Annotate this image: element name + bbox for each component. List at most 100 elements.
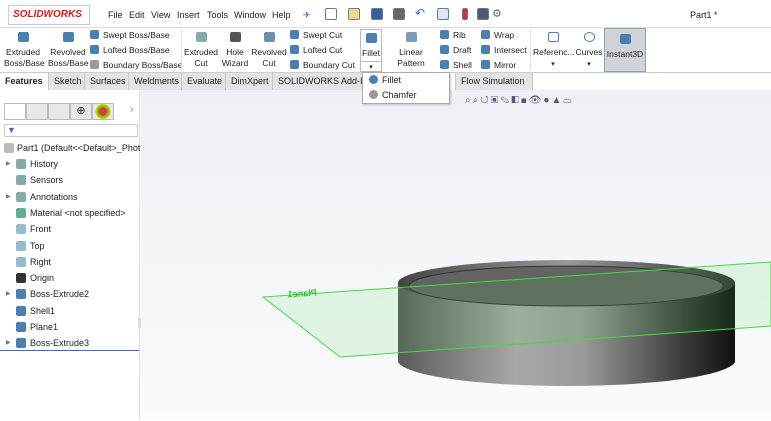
divider bbox=[530, 30, 531, 70]
curves-button[interactable]: Curves ▾ bbox=[574, 32, 604, 70]
hide-show-icon[interactable]: 👁 bbox=[529, 95, 544, 106]
tree-item-label: Right bbox=[30, 256, 52, 267]
dynamic-annotation-icon[interactable]: ✎ bbox=[500, 95, 511, 106]
file-properties-icon[interactable] bbox=[477, 8, 489, 20]
menu-tools[interactable]: Tools bbox=[207, 10, 228, 20]
plane-icon bbox=[16, 224, 26, 235]
menu-view[interactable]: View bbox=[151, 10, 170, 20]
menu-window[interactable]: Window bbox=[234, 10, 266, 20]
zoom-to-fit-icon[interactable]: ⌕ bbox=[465, 95, 473, 106]
command-manager: Extruded Boss/Base Revolved Boss/Base Sw… bbox=[0, 28, 771, 79]
plane-feature-icon bbox=[16, 322, 26, 332]
expand-arrow-icon[interactable]: ▶ bbox=[6, 156, 11, 172]
menu-item-chamfer[interactable]: Chamfer bbox=[363, 88, 449, 103]
solidworks-logo[interactable]: SOLIDWORKS bbox=[8, 5, 90, 25]
previous-view-icon[interactable]: ↺ bbox=[480, 95, 490, 106]
tab-solidworks-addins[interactable]: SOLIDWORKS Add-In bbox=[273, 73, 363, 90]
options-gear-icon[interactable]: ⚙ bbox=[492, 7, 502, 20]
new-document-icon[interactable] bbox=[325, 8, 337, 20]
heads-up-view-toolbar: ⌕⌕↺▣✎◧◼👁●▲▭ bbox=[465, 95, 573, 106]
menu-item-fillet[interactable]: Fillet bbox=[363, 73, 449, 88]
extruded-cut-button[interactable]: Extruded Cut bbox=[184, 32, 218, 69]
feature-manager-tab[interactable] bbox=[4, 103, 26, 120]
plane-icon bbox=[16, 256, 26, 267]
configuration-manager-tab[interactable] bbox=[48, 103, 70, 120]
tab-dimxpert[interactable]: DimXpert bbox=[226, 73, 273, 90]
hole-wizard-icon bbox=[229, 32, 241, 42]
tab-features[interactable]: Features bbox=[0, 73, 49, 90]
extrude-icon bbox=[16, 289, 26, 300]
hole-wizard-button[interactable]: Hole Wizard bbox=[220, 32, 250, 69]
plane-icon bbox=[16, 240, 26, 251]
tab-evaluate[interactable]: Evaluate bbox=[182, 73, 226, 90]
tab-flow-simulation[interactable]: Flow Simulation bbox=[455, 73, 533, 90]
tab-sketch[interactable]: Sketch bbox=[49, 73, 85, 90]
select-icon[interactable] bbox=[437, 8, 449, 20]
menu-insert[interactable]: Insert bbox=[177, 10, 200, 20]
revolved-boss-icon bbox=[62, 32, 74, 42]
expand-arrow-icon[interactable]: ▶ bbox=[6, 286, 11, 302]
annotations-folder-icon bbox=[16, 191, 26, 202]
instant3d-icon bbox=[619, 34, 631, 44]
tree-item-label: Top bbox=[30, 240, 45, 251]
lofted-boss-icon bbox=[90, 45, 99, 54]
undo-icon[interactable]: ↶ bbox=[415, 6, 425, 20]
lofted-cut-button[interactable]: Lofted Cut bbox=[290, 45, 342, 56]
plane1-label: Plane1 bbox=[287, 287, 317, 299]
chevron-right-icon[interactable]: › bbox=[130, 104, 133, 115]
shell-icon bbox=[440, 60, 449, 69]
view-settings-icon[interactable]: ▭ bbox=[563, 95, 573, 106]
boundary-cut-button[interactable]: Boundary Cut bbox=[290, 60, 355, 71]
save-icon[interactable] bbox=[371, 8, 383, 20]
instant3d-button[interactable]: Instant3D bbox=[604, 28, 646, 72]
swept-cut-button[interactable]: Swept Cut bbox=[290, 30, 342, 41]
display-manager-tab[interactable] bbox=[92, 103, 114, 120]
section-view-icon[interactable]: ▣ bbox=[491, 95, 501, 106]
apply-scene-icon[interactable]: ▲ bbox=[551, 95, 563, 106]
menu-edit[interactable]: Edit bbox=[129, 10, 145, 20]
open-icon[interactable] bbox=[348, 8, 360, 20]
lofted-boss-button[interactable]: Lofted Boss/Base bbox=[90, 45, 170, 56]
tab-surfaces[interactable]: Surfaces bbox=[85, 73, 129, 90]
shell-button[interactable]: Shell bbox=[440, 60, 472, 71]
menu-file[interactable]: File bbox=[108, 10, 123, 20]
linear-pattern-icon bbox=[405, 32, 417, 42]
tree-item-label: Shell1 bbox=[30, 305, 56, 316]
print-icon[interactable] bbox=[393, 8, 405, 20]
pin-icon[interactable]: ✈ bbox=[303, 10, 311, 21]
display-style-icon[interactable]: ◼ bbox=[521, 95, 529, 106]
lofted-cut-icon bbox=[290, 45, 299, 54]
wrap-button[interactable]: Wrap bbox=[481, 30, 514, 41]
part-icon bbox=[4, 143, 14, 153]
rebuild-icon[interactable] bbox=[462, 8, 468, 20]
rib-button[interactable]: Rib bbox=[440, 30, 466, 41]
rib-icon bbox=[440, 30, 449, 39]
revolved-boss-button[interactable]: Revolved Boss/Base bbox=[48, 32, 89, 69]
graphics-area[interactable]: Plane1 bbox=[141, 90, 771, 419]
swept-cut-icon bbox=[290, 30, 299, 39]
tree-item-boss-extrude3[interactable]: ▶ Boss-Extrude3 bbox=[0, 335, 139, 352]
tab-weldments[interactable]: Weldments bbox=[129, 73, 182, 90]
extruded-cut-icon bbox=[195, 32, 207, 42]
tree-item-label: Boss-Extrude3 bbox=[30, 338, 90, 349]
expand-arrow-icon[interactable]: ▶ bbox=[6, 335, 11, 351]
property-manager-tab[interactable] bbox=[26, 103, 48, 120]
model-view: Plane1 bbox=[261, 260, 771, 387]
menu-help[interactable]: Help bbox=[272, 10, 291, 20]
extrude-icon bbox=[16, 338, 26, 349]
dimxpert-manager-tab[interactable]: ⊕ bbox=[70, 103, 92, 120]
mirror-button[interactable]: Mirror bbox=[481, 60, 516, 71]
extruded-boss-button[interactable]: Extruded Boss/Base bbox=[4, 32, 45, 69]
expand-arrow-icon[interactable]: ▶ bbox=[6, 189, 11, 205]
swept-boss-icon bbox=[90, 30, 99, 39]
draft-button[interactable]: Draft bbox=[440, 45, 471, 56]
fillet-button[interactable]: Fillet ▾ bbox=[360, 29, 382, 72]
view-orientation-icon[interactable]: ◧ bbox=[511, 95, 521, 106]
revolved-cut-button[interactable]: Revolved Cut bbox=[251, 32, 287, 69]
boundary-boss-button[interactable]: Boundary Boss/Base bbox=[90, 60, 182, 71]
filter-input[interactable]: ▼ bbox=[4, 124, 138, 137]
reference-geometry-button[interactable]: Referenc... ▾ bbox=[533, 32, 575, 70]
chamfer-icon bbox=[369, 90, 378, 99]
intersect-button[interactable]: Intersect bbox=[481, 45, 527, 56]
swept-boss-button[interactable]: Swept Boss/Base bbox=[90, 30, 170, 41]
